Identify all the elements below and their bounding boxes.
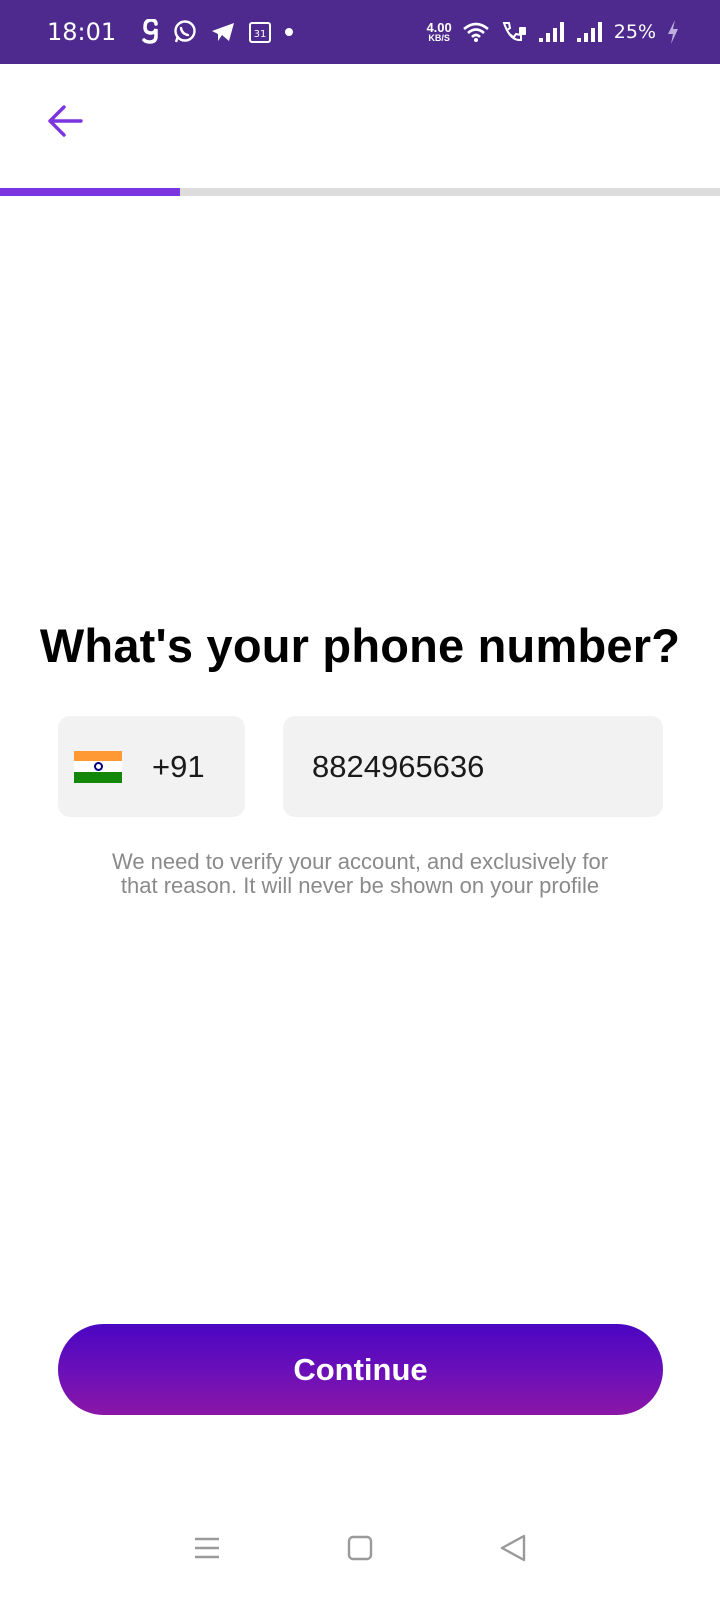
whatsapp-icon <box>172 19 198 45</box>
network-speed-unit: KB/S <box>428 33 450 43</box>
home-square-icon <box>347 1535 373 1566</box>
status-time: 18:01 <box>47 18 117 46</box>
india-flag-icon <box>74 750 122 783</box>
signal-icon <box>538 21 566 43</box>
battery-charging-icon <box>666 19 680 45</box>
country-code-selector[interactable]: +91 <box>58 716 245 817</box>
g-app-icon <box>142 19 160 45</box>
battery-percent: 25% <box>613 21 656 43</box>
calendar-icon: 31 <box>248 20 272 44</box>
system-back-button[interactable] <box>483 1520 543 1580</box>
calendar-day-text: 31 <box>254 29 267 40</box>
continue-button[interactable]: Continue <box>58 1324 663 1415</box>
verification-hint: We need to verify your account, and excl… <box>60 850 660 898</box>
hint-line-2: that reason. It will never be shown on y… <box>120 873 600 898</box>
back-button[interactable] <box>38 96 92 150</box>
wifi-calling-icon <box>500 20 528 44</box>
page-title: What's your phone number? <box>39 619 681 672</box>
country-code: +91 <box>152 748 205 784</box>
home-button[interactable] <box>330 1520 390 1580</box>
dot-icon <box>284 27 294 37</box>
menu-icon <box>193 1536 221 1565</box>
phone-number-value: 8824965636 <box>312 748 485 784</box>
progress-bar <box>0 188 720 196</box>
network-speed: 4.00 KB/S <box>426 21 451 43</box>
wifi-icon <box>462 21 490 43</box>
arrow-left-icon <box>47 104 83 142</box>
progress-fill <box>0 188 180 196</box>
recent-apps-button[interactable] <box>177 1520 237 1580</box>
system-nav-bar <box>0 1500 720 1600</box>
status-bar: 18:01 31 4.00 KB/S 25% <box>0 0 720 64</box>
hint-line-1: We need to verify your account, and excl… <box>111 849 609 874</box>
back-triangle-icon <box>500 1534 526 1567</box>
telegram-icon <box>210 21 236 43</box>
phone-number-input[interactable]: 8824965636 <box>283 716 663 817</box>
signal-icon <box>576 21 604 43</box>
